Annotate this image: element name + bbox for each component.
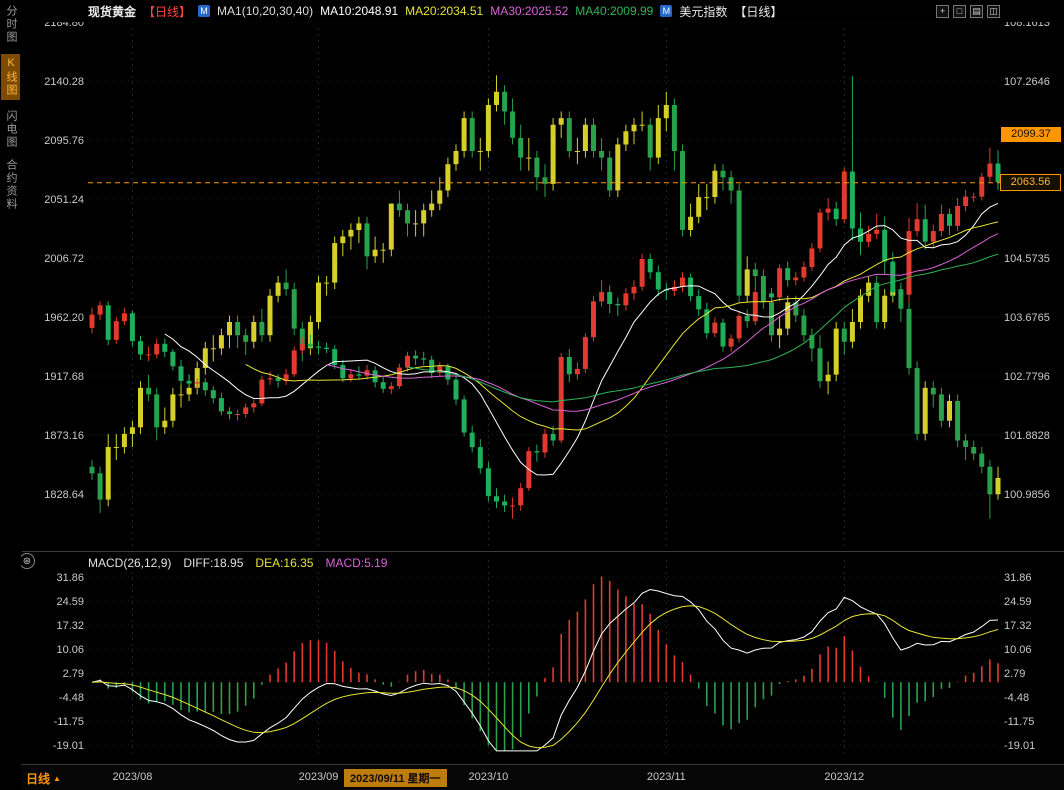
svg-text:-11.75: -11.75 (1004, 716, 1034, 728)
sidebar-item-flash-chart[interactable]: 闪电图 (1, 110, 20, 149)
ma30-value: MA30:2025.52 (490, 4, 568, 18)
instrument-period-tag: 【日线】 (143, 3, 191, 20)
top-toolbar: 现货黄金 【日线】 M MA1(10,20,30,40) MA10:2048.9… (0, 0, 1064, 22)
svg-text:104.5735: 104.5735 (1004, 253, 1050, 265)
latest-price-badge: 2063.56 (1000, 174, 1061, 191)
svg-text:31.86: 31.86 (1004, 572, 1032, 584)
svg-text:-4.48: -4.48 (1004, 692, 1029, 704)
overlay-period-tag: 【日线】 (734, 3, 782, 20)
svg-text:24.59: 24.59 (1004, 596, 1032, 608)
macd-diff-value: DIFF:18.95 (183, 556, 243, 570)
high-price-badge: 2099.37 (1001, 127, 1061, 142)
x-axis-label: 2023/12 (818, 771, 870, 783)
macd-params-label: MACD(26,12,9) (88, 556, 171, 570)
crosshair-date-badge: 2023/09/11 星期一 (344, 769, 447, 787)
svg-text:1873.16: 1873.16 (44, 430, 84, 442)
macd-dea-line (92, 606, 998, 748)
sidebar-item-label: 分时图 (5, 5, 17, 44)
sidebar-item-label: 闪电图 (5, 110, 17, 149)
sidebar-item-label: K线图 (5, 57, 17, 97)
sidebar-item-label: 合约资料 (5, 159, 17, 211)
sidebar-item-kline-chart[interactable]: K线图 (1, 54, 20, 100)
svg-text:1962.20: 1962.20 (44, 312, 84, 324)
bottom-bar: 日线 ▲ 2023/082023/092023/102023/112023/12… (0, 764, 1064, 790)
ma30-line (327, 234, 998, 412)
overlay-title[interactable]: 美元指数 (679, 3, 727, 20)
indicator-settings-icon[interactable]: ⊛ (19, 553, 35, 569)
ma40-value: MA40:2009.99 (575, 4, 653, 18)
svg-text:2.79: 2.79 (1004, 668, 1025, 680)
svg-text:17.32: 17.32 (1004, 620, 1032, 632)
svg-text:2.79: 2.79 (63, 668, 84, 680)
ma20-value: MA20:2034.51 (405, 4, 483, 18)
x-axis-label: 2023/10 (462, 771, 514, 783)
svg-text:-4.48: -4.48 (59, 692, 84, 704)
ma-settings-label: MA1(10,20,30,40) (217, 4, 313, 18)
svg-text:2051.24: 2051.24 (44, 194, 84, 206)
svg-text:10.06: 10.06 (56, 644, 84, 656)
svg-text:2095.76: 2095.76 (44, 135, 84, 147)
table-view-icon[interactable]: ▤ (970, 5, 983, 18)
svg-text:101.8828: 101.8828 (1004, 430, 1050, 442)
instrument-title[interactable]: 现货黄金 (88, 3, 136, 20)
ma10-line (165, 203, 998, 475)
split-panel-icon[interactable]: ◫ (987, 5, 1000, 18)
x-axis-label: 2023/08 (106, 771, 158, 783)
gold-candles (90, 76, 1001, 519)
svg-text:10.06: 10.06 (1004, 644, 1032, 656)
grid-layer (88, 22, 1000, 753)
svg-text:17.32: 17.32 (56, 620, 84, 632)
zoom-in-icon[interactable]: + (936, 5, 949, 18)
svg-text:103.6765: 103.6765 (1004, 312, 1050, 324)
sidebar-item-contract-info[interactable]: 合约资料 (1, 159, 20, 211)
svg-text:100.9856: 100.9856 (1004, 489, 1050, 501)
svg-text:2006.72: 2006.72 (44, 253, 84, 265)
macd-dea-value: DEA:16.35 (255, 556, 313, 570)
macd-histogram (92, 577, 998, 751)
svg-text:1917.68: 1917.68 (44, 371, 84, 383)
chart-canvas: 2184.802140.282095.762051.242006.721962.… (0, 0, 1064, 790)
svg-text:-11.75: -11.75 (54, 716, 84, 728)
svg-text:-19.01: -19.01 (53, 740, 84, 752)
trading-app-window: 2184.802140.282095.762051.242006.721962.… (0, 0, 1064, 790)
left-sidebar: 分时图 K线图 闪电图 合约资料 (0, 0, 21, 790)
svg-text:1828.64: 1828.64 (44, 489, 84, 501)
svg-text:107.2646: 107.2646 (1004, 76, 1050, 88)
x-axis: 2023/08 2023/09 2023/10 2023/11 2023/12 (0, 765, 1064, 790)
x-axis-label: 2023/09 (293, 771, 345, 783)
macd-indicator-header: MACD(26,12,9) DIFF:18.95 DEA:16.35 MACD:… (88, 556, 387, 570)
window-controls: + □ ▤ ◫ (936, 5, 1000, 18)
macd-diff-line (92, 590, 998, 751)
window-icon[interactable]: □ (953, 5, 966, 18)
ma10-value: MA10:2048.91 (320, 4, 398, 18)
svg-text:24.59: 24.59 (56, 596, 84, 608)
ma-indicator-icon: M (198, 5, 210, 17)
svg-text:102.7796: 102.7796 (1004, 371, 1050, 383)
sidebar-item-time-chart[interactable]: 分时图 (1, 5, 20, 44)
macd-bar-value: MACD:5.19 (325, 556, 387, 570)
x-axis-label: 2023/11 (640, 771, 692, 783)
svg-text:-19.01: -19.01 (1004, 740, 1035, 752)
svg-text:2140.28: 2140.28 (44, 76, 84, 88)
svg-text:31.86: 31.86 (56, 572, 84, 584)
overlay-indicator-icon: M (660, 5, 672, 17)
